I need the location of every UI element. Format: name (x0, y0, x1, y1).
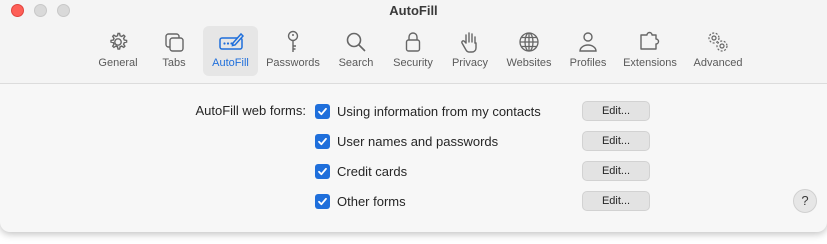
tab-privacy-label: Privacy (451, 57, 489, 69)
preferences-window: AutoFill General Tabs AutoFill Passwords… (0, 0, 827, 232)
tab-autofill[interactable]: AutoFill (203, 26, 258, 76)
help-button[interactable]: ? (793, 189, 817, 213)
credit-cards-label: Credit cards (337, 163, 408, 179)
window-title: AutoFill (389, 3, 438, 18)
key-icon (287, 30, 299, 52)
tab-search[interactable]: Search (334, 26, 378, 76)
magnifier-icon (346, 32, 366, 52)
option-other-forms[interactable]: Other forms (315, 192, 406, 210)
tab-profiles-label: Profiles (569, 57, 607, 69)
globe-icon (519, 32, 539, 52)
hand-icon (461, 32, 477, 53)
autofill-pane: AutoFill web forms: Using information fr… (0, 85, 827, 232)
autofill-web-forms-label: AutoFill web forms: (195, 103, 306, 118)
usernames-passwords-label: User names and passwords (337, 133, 499, 149)
contacts-label: Using information from my contacts (337, 103, 541, 119)
tab-passwords[interactable]: Passwords (262, 26, 324, 76)
autofill-pencil-icon (218, 32, 244, 50)
puzzle-icon (640, 31, 660, 50)
tab-search-label: Search (338, 57, 374, 69)
tab-tabs[interactable]: Tabs (152, 26, 196, 76)
contacts-checkbox[interactable] (315, 103, 330, 119)
tab-advanced[interactable]: Advanced (689, 26, 747, 76)
option-usernames-passwords[interactable]: User names and passwords (315, 132, 498, 150)
preferences-toolbar: General Tabs AutoFill Passwords Search S… (0, 26, 827, 78)
tab-autofill-label: AutoFill (212, 57, 249, 69)
tab-general[interactable]: General (94, 26, 142, 76)
edit-credit-cards-button[interactable]: Edit... (582, 161, 650, 181)
checkmark-icon (318, 167, 327, 175)
checkmark-icon (318, 197, 327, 205)
title-bar: AutoFill General Tabs AutoFill Passwords… (0, 0, 827, 84)
tab-passwords-label: Passwords (266, 57, 320, 69)
edit-usernames-passwords-button[interactable]: Edit... (582, 131, 650, 151)
checkmark-icon (318, 137, 327, 145)
credit-cards-checkbox[interactable] (315, 163, 330, 179)
checkmark-icon (318, 107, 327, 115)
tab-tabs-label: Tabs (162, 57, 186, 69)
tab-extensions-label: Extensions (623, 57, 677, 69)
tab-extensions[interactable]: Extensions (619, 26, 681, 76)
gear-icon (110, 32, 128, 50)
lock-icon (405, 32, 421, 52)
option-contacts[interactable]: Using information from my contacts (315, 102, 541, 120)
person-icon (579, 32, 597, 52)
edit-other-forms-button[interactable]: Edit... (582, 191, 650, 211)
tab-privacy[interactable]: Privacy (447, 26, 493, 76)
tab-general-label: General (98, 57, 138, 69)
edit-contacts-button[interactable]: Edit... (582, 101, 650, 121)
tab-websites-label: Websites (506, 57, 552, 69)
other-forms-checkbox[interactable] (315, 193, 330, 209)
usernames-passwords-checkbox[interactable] (315, 133, 330, 149)
gears-icon (708, 32, 728, 52)
tab-websites[interactable]: Websites (502, 26, 556, 76)
tabs-icon (165, 33, 184, 52)
tab-profiles[interactable]: Profiles (565, 26, 611, 76)
tab-security-label: Security (393, 57, 433, 69)
option-credit-cards[interactable]: Credit cards (315, 162, 407, 180)
tab-advanced-label: Advanced (693, 57, 743, 69)
other-forms-label: Other forms (337, 193, 406, 209)
tab-security[interactable]: Security (388, 26, 438, 76)
